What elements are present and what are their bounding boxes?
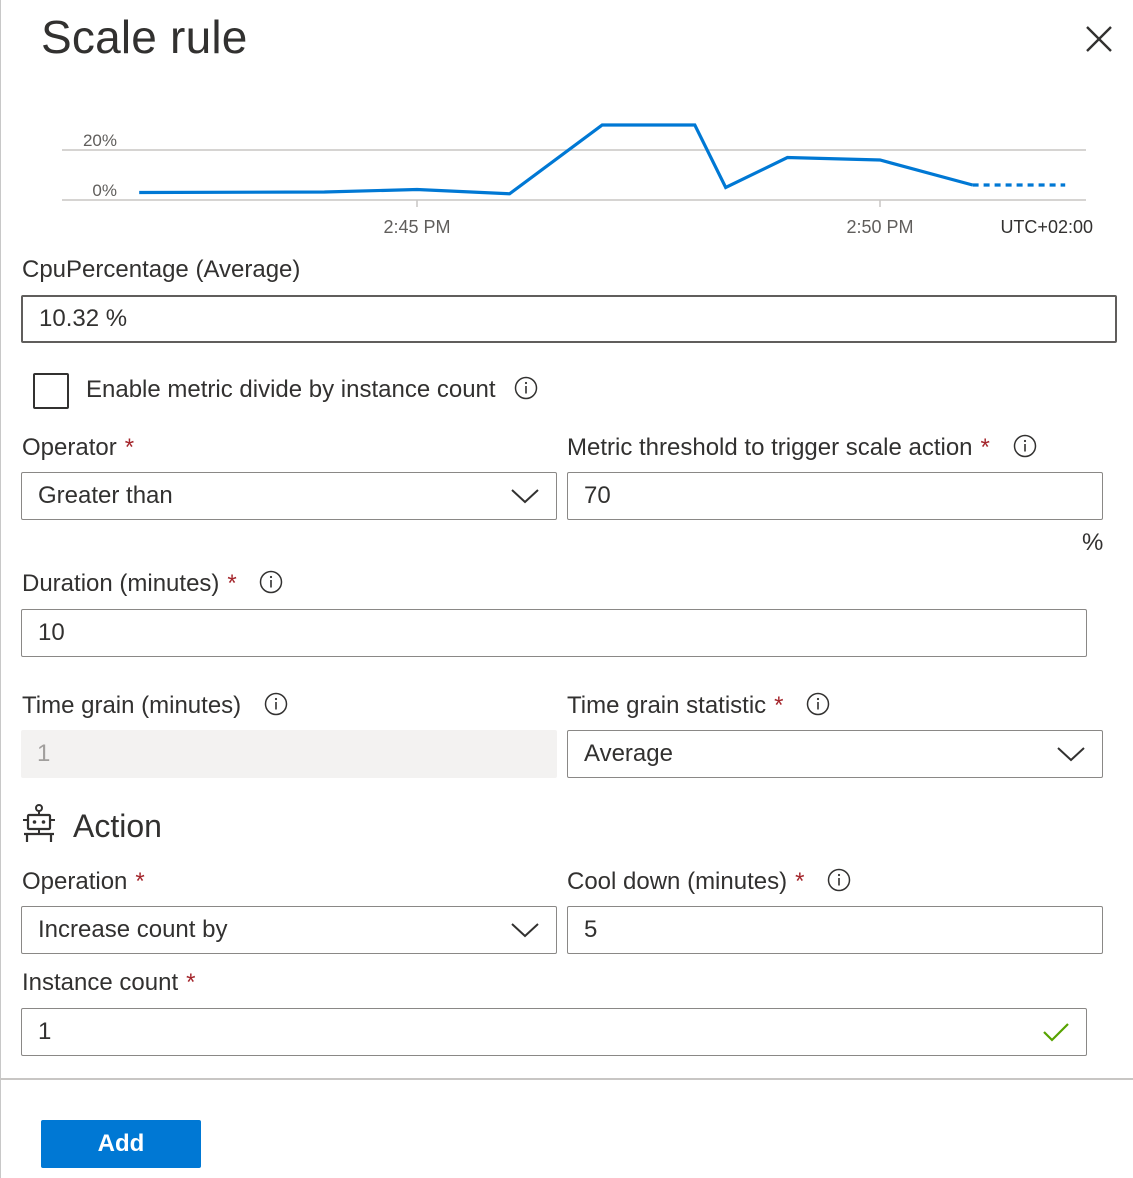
operator-dropdown[interactable]: Greater than — [21, 472, 557, 520]
robot-icon — [23, 804, 55, 842]
required-marker: * — [227, 570, 237, 597]
metric-chart-svg: 0% 20% 2:45 PM 2:50 PM UTC+02:00 — [62, 123, 1093, 237]
instance-count-label-text: Instance count — [22, 969, 179, 996]
action-heading: Action — [73, 808, 162, 844]
threshold-unit: % — [1082, 529, 1104, 556]
threshold-label-text: Metric threshold to trigger scale action — [567, 434, 973, 461]
add-button[interactable]: Add — [41, 1120, 201, 1168]
metric-value: 10.32 % — [39, 305, 128, 332]
operation-dropdown[interactable]: Increase count by — [21, 906, 557, 954]
duration-input[interactable]: 10 — [21, 609, 1087, 657]
y-tick-label: 0% — [92, 181, 117, 200]
x-tick-label: 2:45 PM — [383, 217, 450, 237]
threshold-label: Metric threshold to trigger scale action… — [567, 434, 1037, 462]
info-icon[interactable] — [1013, 434, 1037, 458]
operator-label-text: Operator — [22, 434, 117, 461]
series-line — [139, 123, 974, 196]
info-icon[interactable] — [514, 376, 538, 400]
y-tick-label: 20% — [83, 131, 117, 150]
x-tick-label: 2:50 PM — [846, 217, 913, 237]
cooldown-label: Cool down (minutes) * — [567, 868, 851, 896]
divide-by-instance-label: Enable metric divide by instance count — [86, 376, 538, 404]
threshold-value: 70 — [584, 482, 611, 509]
time-grain-statistic-value: Average — [584, 740, 673, 767]
required-marker: * — [774, 692, 784, 719]
required-marker: * — [795, 868, 805, 895]
panel-title: Scale rule — [41, 11, 248, 63]
footer-divider — [0, 1078, 1133, 1080]
operator-value: Greater than — [38, 482, 173, 509]
operation-value: Increase count by — [38, 916, 228, 943]
duration-value: 10 — [38, 619, 65, 646]
metric-chart: 0% 20% 2:45 PM 2:50 PM UTC+02:00 — [0, 100, 1133, 250]
required-marker: * — [186, 969, 196, 996]
threshold-input[interactable]: 70 — [567, 472, 1103, 520]
required-marker: * — [124, 434, 135, 461]
cooldown-input[interactable]: 5 — [567, 906, 1103, 954]
chevron-down-icon — [511, 489, 539, 504]
divide-by-instance-checkbox[interactable] — [33, 373, 69, 409]
instance-count-input[interactable]: 1 — [21, 1008, 1087, 1056]
instance-count-value: 1 — [38, 1018, 52, 1045]
chevron-down-icon — [511, 923, 539, 938]
required-marker: * — [135, 868, 145, 895]
operation-label-text: Operation — [22, 868, 128, 895]
instance-count-label: Instance count * — [22, 969, 195, 997]
duration-label-text: Duration (minutes) — [22, 570, 220, 597]
info-icon[interactable] — [806, 692, 830, 716]
timezone-label: UTC+02:00 — [1000, 217, 1093, 237]
metric-label: CpuPercentage (Average) — [22, 256, 301, 283]
time-grain-label-text: Time grain (minutes) — [22, 692, 242, 719]
close-icon[interactable] — [1080, 20, 1118, 58]
time-grain-input: 1 — [21, 730, 557, 778]
chevron-down-icon — [1057, 747, 1085, 762]
divide-by-instance-text: Enable metric divide by instance count — [86, 376, 496, 403]
required-marker: * — [980, 434, 990, 461]
metric-value-field: 10.32 % — [21, 295, 1117, 343]
cooldown-value: 5 — [584, 916, 598, 943]
info-icon[interactable] — [827, 868, 851, 892]
info-icon[interactable] — [259, 570, 283, 594]
operation-label: Operation * — [22, 868, 145, 896]
time-grain-statistic-dropdown[interactable]: Average — [567, 730, 1103, 778]
time-grain-statistic-label-text: Time grain statistic — [567, 692, 767, 719]
time-grain-statistic-label: Time grain statistic * — [567, 692, 830, 720]
checkmark-icon — [1043, 1023, 1069, 1042]
time-grain-label: Time grain (minutes) — [22, 692, 288, 720]
info-icon[interactable] — [264, 692, 288, 716]
cooldown-label-text: Cool down (minutes) — [567, 868, 788, 895]
duration-label: Duration (minutes) * — [22, 570, 283, 598]
operator-label: Operator * — [22, 434, 134, 462]
time-grain-value: 1 — [37, 740, 51, 767]
